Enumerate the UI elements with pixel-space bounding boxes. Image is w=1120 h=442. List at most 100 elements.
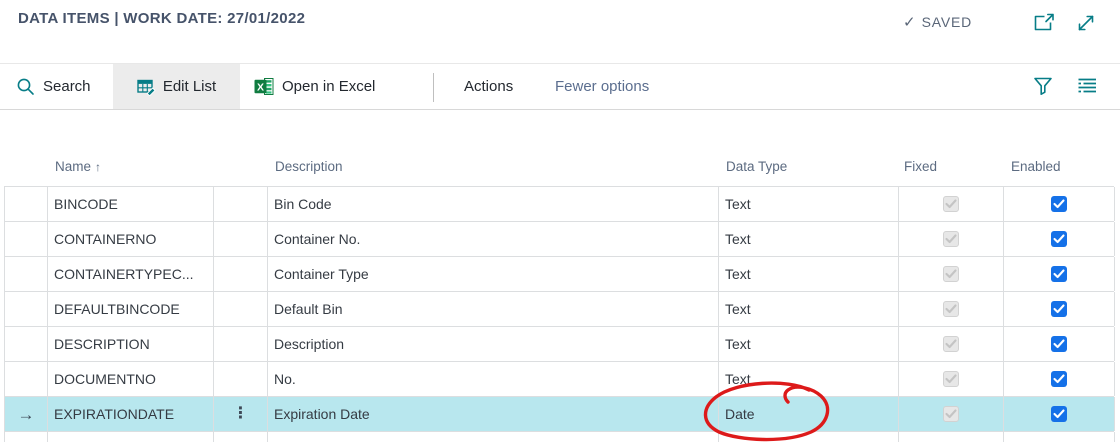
row-menu-cell[interactable] <box>214 432 268 442</box>
popout-icon <box>1034 13 1054 31</box>
enabled-checkbox-checked[interactable] <box>1051 231 1067 247</box>
description-cell[interactable] <box>268 432 719 442</box>
enabled-checkbox-checked[interactable] <box>1051 301 1067 317</box>
enabled-checkbox-checked[interactable] <box>1051 371 1067 387</box>
row-selector-cell[interactable] <box>5 187 48 221</box>
table-row[interactable]: DEFAULTBINCODE Default Bin Text <box>5 292 1115 327</box>
data-type-cell[interactable] <box>719 432 899 442</box>
row-menu-cell[interactable] <box>214 327 268 361</box>
fixed-checkbox-checked-disabled <box>943 371 959 387</box>
row-selector-cell[interactable] <box>5 257 48 291</box>
actions-menu-button[interactable]: Actions <box>464 64 513 109</box>
enabled-checkbox-cell[interactable] <box>1004 187 1115 221</box>
data-type-cell[interactable]: Text <box>719 187 899 221</box>
action-toolbar: Search Edit List X Open in Excel Actions… <box>0 63 1120 110</box>
row-menu-cell[interactable] <box>214 257 268 291</box>
fewer-options-button[interactable]: Fewer options <box>555 64 649 109</box>
data-type-cell[interactable]: Date <box>719 397 899 431</box>
fixed-checkbox-cell <box>899 327 1004 361</box>
open-in-new-window-button[interactable] <box>1029 10 1057 36</box>
enabled-checkbox-checked[interactable] <box>1051 196 1067 212</box>
name-cell[interactable]: DOCUMENTNO <box>48 362 214 396</box>
filter-button[interactable] <box>1028 64 1058 109</box>
fixed-checkbox-checked-disabled <box>943 406 959 422</box>
selected-row-arrow-icon: → <box>17 404 35 424</box>
expand-page-button[interactable] <box>1072 10 1100 36</box>
filter-funnel-icon <box>1034 77 1052 95</box>
row-selector-cell[interactable] <box>5 292 48 326</box>
saved-label: SAVED <box>921 14 973 30</box>
name-cell[interactable] <box>48 432 214 442</box>
enabled-checkbox-checked[interactable] <box>1051 266 1067 282</box>
table-row[interactable]: DESCRIPTION Description Text <box>5 327 1115 362</box>
row-selector-cell[interactable]: → <box>5 397 48 431</box>
search-button[interactable]: Search <box>16 64 91 109</box>
enabled-checkbox-cell[interactable] <box>1004 362 1115 396</box>
description-cell[interactable]: Bin Code <box>268 187 719 221</box>
table-row[interactable]: DOCUMENTNO No. Text <box>5 362 1115 397</box>
name-cell[interactable]: DEFAULTBINCODE <box>48 292 214 326</box>
name-cell[interactable]: CONTAINERNO <box>48 222 214 256</box>
fixed-checkbox-cell <box>899 187 1004 221</box>
row-menu-cell[interactable] <box>214 362 268 396</box>
data-type-cell[interactable]: Text <box>719 292 899 326</box>
column-header-data-type[interactable]: Data Type <box>726 159 787 174</box>
partial-empty-row[interactable] <box>5 432 1115 442</box>
description-cell[interactable]: Container Type <box>268 257 719 291</box>
row-menu-cell[interactable]: ⋮ <box>214 397 268 431</box>
description-cell[interactable]: Description <box>268 327 719 361</box>
data-type-cell[interactable]: Text <box>719 257 899 291</box>
edit-list-button[interactable]: Edit List <box>113 64 240 109</box>
name-cell[interactable]: EXPIRATIONDATE <box>48 397 214 431</box>
description-cell[interactable]: No. <box>268 362 719 396</box>
list-icon <box>1078 78 1096 93</box>
description-cell[interactable]: Default Bin <box>268 292 719 326</box>
table-row[interactable]: CONTAINERNO Container No. Text <box>5 222 1115 257</box>
data-type-cell[interactable]: Text <box>719 222 899 256</box>
column-header-fixed[interactable]: Fixed <box>904 159 937 174</box>
data-items-table: BINCODE Bin Code Text CONTAINERNO Contai… <box>4 186 1115 442</box>
column-header-description[interactable]: Description <box>275 159 343 174</box>
row-selector-cell[interactable] <box>5 432 48 442</box>
fewer-options-label: Fewer options <box>555 78 650 95</box>
table-row[interactable]: BINCODE Bin Code Text <box>5 187 1115 222</box>
enabled-checkbox-checked[interactable] <box>1051 336 1067 352</box>
enabled-checkbox-cell[interactable] <box>1004 327 1115 361</box>
row-menu-cell[interactable] <box>214 187 268 221</box>
column-header-enabled[interactable]: Enabled <box>1011 159 1061 174</box>
fixed-checkbox-cell <box>899 222 1004 256</box>
choose-columns-button[interactable] <box>1072 64 1102 109</box>
row-selector-cell[interactable] <box>5 327 48 361</box>
fixed-checkbox-cell <box>899 362 1004 396</box>
row-selector-cell[interactable] <box>5 222 48 256</box>
fixed-checkbox-checked-disabled <box>943 266 959 282</box>
edit-list-label: Edit List <box>162 78 217 95</box>
enabled-checkbox-cell[interactable] <box>1004 292 1115 326</box>
fixed-checkbox-cell <box>899 257 1004 291</box>
search-icon <box>17 78 34 95</box>
table-row[interactable]: → EXPIRATIONDATE ⋮ Expiration Date Date <box>5 397 1115 432</box>
row-menu-cell[interactable] <box>214 292 268 326</box>
fixed-checkbox-cell <box>899 397 1004 431</box>
enabled-checkbox-cell[interactable] <box>1004 397 1115 431</box>
name-cell[interactable]: CONTAINERTYPEC... <box>48 257 214 291</box>
column-header-name[interactable]: Name ↑ <box>55 159 101 174</box>
description-cell[interactable]: Expiration Date <box>268 397 719 431</box>
open-in-excel-button[interactable]: X Open in Excel <box>254 64 375 109</box>
name-cell[interactable]: DESCRIPTION <box>48 327 214 361</box>
enabled-checkbox-cell[interactable] <box>1004 432 1115 442</box>
name-cell[interactable]: BINCODE <box>48 187 214 221</box>
edit-list-icon <box>137 79 156 96</box>
table-row[interactable]: CONTAINERTYPEC... Container Type Text <box>5 257 1115 292</box>
row-selector-cell[interactable] <box>5 362 48 396</box>
save-status: ✓ SAVED <box>903 13 972 31</box>
row-menu-cell[interactable] <box>214 222 268 256</box>
enabled-checkbox-checked[interactable] <box>1051 406 1067 422</box>
fixed-checkbox-cell <box>899 292 1004 326</box>
data-type-cell[interactable]: Text <box>719 327 899 361</box>
data-type-cell[interactable]: Text <box>719 362 899 396</box>
excel-icon: X <box>254 78 274 95</box>
enabled-checkbox-cell[interactable] <box>1004 222 1115 256</box>
enabled-checkbox-cell[interactable] <box>1004 257 1115 291</box>
description-cell[interactable]: Container No. <box>268 222 719 256</box>
